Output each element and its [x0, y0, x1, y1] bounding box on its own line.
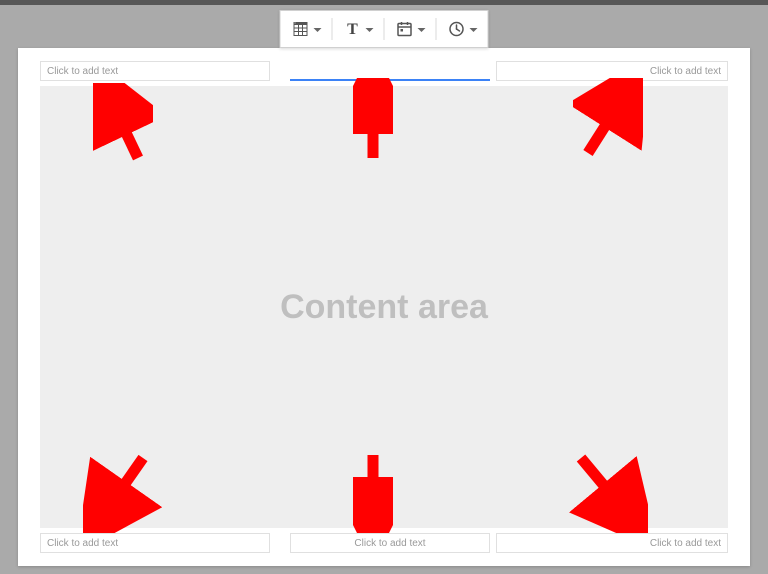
floating-toolbar: T [280, 10, 489, 48]
toolbar-divider [436, 18, 437, 40]
placeholder-text: Click to add text [354, 538, 425, 549]
content-grid-area[interactable] [40, 86, 728, 528]
footer-center-input[interactable]: Click to add text [290, 533, 490, 553]
insert-text-button[interactable]: T [337, 15, 380, 43]
placeholder-text: Click to add text [47, 66, 118, 77]
svg-text:T: T [347, 21, 358, 38]
page-canvas: Click to add text Click to add text Clic… [18, 48, 750, 566]
time-icon [447, 19, 467, 39]
header-center-input[interactable] [290, 61, 490, 81]
header-left-input[interactable]: Click to add text [40, 61, 270, 81]
chevron-down-icon [366, 20, 374, 38]
app-top-bar [0, 0, 768, 5]
chevron-down-icon [418, 20, 426, 38]
placeholder-text: Click to add text [47, 538, 118, 549]
date-icon [395, 19, 415, 39]
header-right-input[interactable]: Click to add text [496, 61, 728, 81]
toolbar-divider [384, 18, 385, 40]
toolbar-divider [332, 18, 333, 40]
insert-time-button[interactable] [441, 15, 484, 43]
insert-date-button[interactable] [389, 15, 432, 43]
chevron-down-icon [314, 20, 322, 38]
insert-table-button[interactable] [285, 15, 328, 43]
placeholder-text: Click to add text [650, 66, 721, 77]
table-icon [291, 19, 311, 39]
footer-left-input[interactable]: Click to add text [40, 533, 270, 553]
chevron-down-icon [470, 20, 478, 38]
text-icon: T [343, 19, 363, 39]
placeholder-text: Click to add text [650, 538, 721, 549]
footer-right-input[interactable]: Click to add text [496, 533, 728, 553]
